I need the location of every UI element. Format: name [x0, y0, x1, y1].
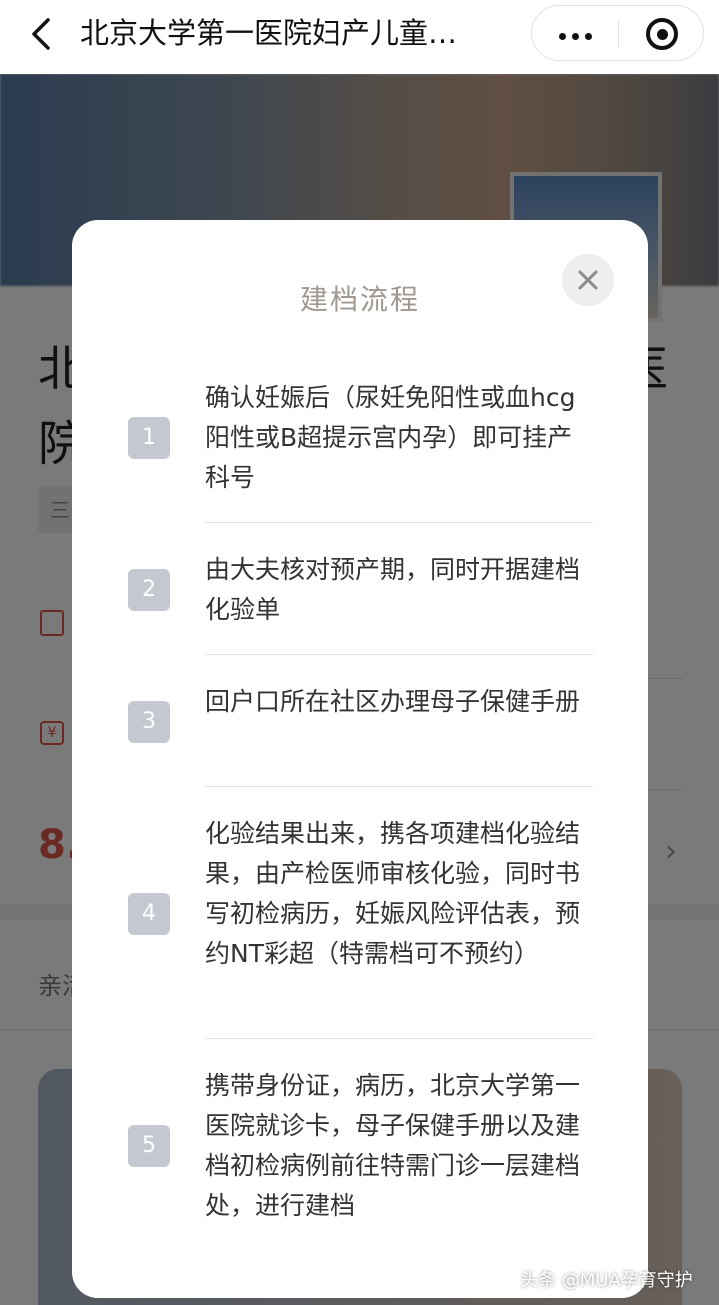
step-number-badge: 5	[128, 1125, 170, 1167]
step-description: 化验结果出来，携各项建档化验结果，由产检医师审核化验，同时书写初检病历，妊娠风险…	[205, 819, 581, 968]
close-icon	[578, 270, 598, 290]
mini-program-capsule	[531, 5, 704, 61]
more-button[interactable]	[532, 6, 618, 62]
step-description: 携带身份证，病历，北京大学第一医院就诊卡，母子保健手册以及建档初检病例前往特需门…	[205, 1071, 581, 1220]
step-divider	[205, 522, 593, 523]
top-navigation-bar: 北京大学第一医院妇产儿童…	[0, 0, 719, 74]
more-dots-icon	[556, 25, 595, 44]
step-number-badge: 4	[128, 893, 170, 935]
step-description: 回户口所在社区办理母子保健手册	[205, 687, 581, 716]
exit-mini-program-button[interactable]	[619, 6, 705, 62]
step-divider	[205, 1038, 593, 1039]
step-divider	[205, 654, 593, 655]
back-button[interactable]	[22, 14, 62, 54]
target-icon	[646, 18, 678, 50]
filing-process-modal: 建档流程 1 确认妊娠后（尿妊免阳性或血hcg阳性或B超提示宫内孕）即可挂产科号…	[72, 220, 648, 1298]
step-number-badge: 1	[128, 417, 170, 459]
step-description: 确认妊娠后（尿妊免阳性或血hcg阳性或B超提示宫内孕）即可挂产科号	[205, 383, 576, 492]
chevron-left-icon	[32, 18, 50, 50]
step-description: 由大夫核对预产期，同时开据建档化验单	[205, 555, 581, 624]
step-divider	[205, 786, 593, 787]
step-number-badge: 2	[128, 569, 170, 611]
watermark-text: 头条 @MUA孕育守护	[520, 1270, 693, 1291]
page-title: 北京大学第一医院妇产儿童…	[80, 16, 458, 50]
step-number-badge: 3	[128, 701, 170, 743]
modal-close-button[interactable]	[562, 254, 614, 306]
